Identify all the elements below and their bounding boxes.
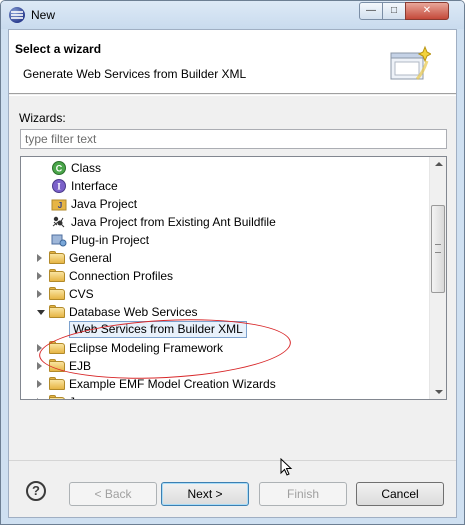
expand-open-icon[interactable]: [37, 310, 45, 315]
tree-item-label: Java Project: [71, 197, 138, 211]
plugin-project-icon: [51, 232, 67, 248]
tree-item[interactable]: C Class: [21, 159, 431, 177]
vertical-scrollbar[interactable]: [429, 157, 446, 399]
folder-icon: [49, 359, 65, 373]
tree-item[interactable]: Eclipse Modeling Framework: [21, 339, 431, 357]
class-icon: C: [51, 160, 67, 176]
back-button[interactable]: < Back: [69, 482, 157, 506]
tree-item-label: Database Web Services: [69, 305, 198, 319]
tree-item-label: Java Project from Existing Ant Buildfile: [71, 215, 276, 229]
new-wizard-window: New — □ ✕ Select a wizard Generate Web S…: [0, 0, 465, 525]
folder-icon: [49, 377, 65, 391]
tree-item-label: Interface: [71, 179, 118, 193]
folder-icon: [49, 287, 65, 301]
next-button[interactable]: Next >: [161, 482, 249, 506]
header-description: Generate Web Services from Builder XML: [23, 67, 247, 81]
scroll-thumb[interactable]: [431, 205, 445, 293]
scroll-down-arrow-icon[interactable]: [435, 390, 443, 394]
expand-closed-icon[interactable]: [37, 344, 42, 352]
title-bar[interactable]: New — □ ✕: [1, 1, 464, 29]
wizards-label: Wizards:: [19, 111, 66, 125]
svg-text:J: J: [58, 201, 62, 210]
tree-item[interactable]: Java: [21, 393, 431, 399]
tree-item[interactable]: Database Web Services: [21, 303, 431, 321]
java-project-icon: J: [51, 196, 67, 212]
tree-item-label: Class: [71, 161, 102, 175]
dialog-content: Select a wizard Generate Web Services fr…: [8, 29, 457, 518]
header-title: Select a wizard: [15, 42, 102, 56]
tree-item[interactable]: CVS: [21, 285, 431, 303]
expand-closed-icon[interactable]: [37, 380, 42, 388]
tree-item-label: Java: [69, 395, 94, 399]
folder-icon: [49, 269, 65, 283]
tree-item[interactable]: Java Project from Existing Ant Buildfile: [21, 213, 431, 231]
svg-text:I: I: [57, 182, 61, 192]
expand-closed-icon[interactable]: [37, 290, 42, 298]
close-button[interactable]: ✕: [405, 2, 449, 20]
cancel-button[interactable]: Cancel: [356, 482, 444, 506]
tree-item[interactable]: J Java Project: [21, 195, 431, 213]
tree-item-label: Connection Profiles: [69, 269, 174, 283]
header-separator: [9, 95, 456, 96]
eclipse-icon: [9, 7, 25, 23]
tree-item-label: Example EMF Model Creation Wizards: [69, 377, 276, 391]
tree-item-label: EJB: [69, 359, 92, 373]
folder-icon: [49, 251, 65, 265]
folder-open-icon: [49, 305, 65, 319]
help-button[interactable]: ?: [26, 481, 46, 501]
tree-item-label: General: [69, 251, 112, 265]
tree-item[interactable]: General: [21, 249, 431, 267]
finish-button[interactable]: Finish: [259, 482, 347, 506]
tree-item[interactable]: Plug-in Project: [21, 231, 431, 249]
button-bar-separator: [9, 460, 456, 461]
svg-text:C: C: [56, 164, 63, 174]
folder-icon: [49, 341, 65, 355]
minimize-button[interactable]: —: [359, 2, 383, 20]
interface-icon: I: [51, 178, 67, 194]
maximize-button[interactable]: □: [382, 2, 406, 20]
tree-item[interactable]: Example EMF Model Creation Wizards: [21, 375, 431, 393]
wizard-tree[interactable]: C Class I Interface J Java Project Java Projec…: [20, 156, 447, 400]
scroll-up-arrow-icon[interactable]: [435, 162, 443, 166]
tree-item[interactable]: I Interface: [21, 177, 431, 195]
new-wizard-banner-icon: [390, 45, 431, 81]
folder-icon: [49, 395, 65, 399]
expand-closed-icon[interactable]: [37, 254, 42, 262]
window-title: New: [31, 8, 56, 22]
tree-item-label: Web Services from Builder XML: [69, 321, 247, 338]
expand-closed-icon[interactable]: [37, 272, 42, 280]
tree-item[interactable]: EJB: [21, 357, 431, 375]
expand-closed-icon[interactable]: [37, 398, 42, 399]
mouse-pointer-icon: [280, 458, 293, 476]
tree-item-label: CVS: [69, 287, 94, 301]
tree-item-selected[interactable]: Web Services from Builder XML: [21, 321, 431, 339]
tree-item-label: Plug-in Project: [71, 233, 150, 247]
tree-item[interactable]: Connection Profiles: [21, 267, 431, 285]
wizard-header: Select a wizard Generate Web Services fr…: [9, 30, 456, 94]
expand-closed-icon[interactable]: [37, 362, 42, 370]
filter-input[interactable]: [20, 129, 447, 149]
ant-icon: [51, 214, 67, 230]
tree-item-label: Eclipse Modeling Framework: [69, 341, 224, 355]
